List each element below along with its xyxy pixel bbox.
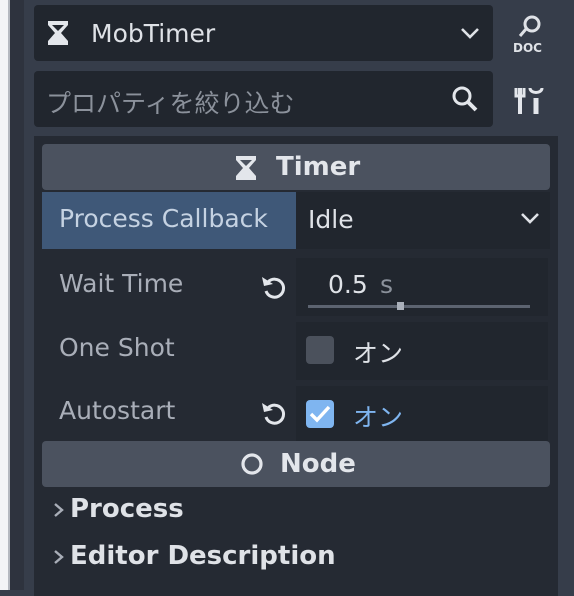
one-shot-label: One Shot	[59, 333, 175, 362]
filter-placeholder: プロパティを絞り込む	[46, 89, 295, 118]
node-section-title: Node	[280, 449, 356, 479]
process-callback-label: Process Callback	[59, 204, 268, 233]
process-callback-row: Process Callback	[42, 192, 296, 249]
wait-time-slider-grabber[interactable]	[397, 302, 404, 310]
wait-time-value: 0.5	[328, 270, 368, 299]
property-filter-input[interactable]: プロパティを絞り込む	[34, 71, 493, 127]
timer-section-title: Timer	[276, 152, 361, 182]
hourglass-icon	[236, 156, 256, 180]
tools-icon[interactable]	[514, 84, 544, 118]
autostart-label: Autostart	[59, 396, 176, 425]
hourglass-icon	[48, 21, 68, 45]
viewport-edge	[0, 0, 10, 590]
chevron-right-icon	[54, 549, 64, 564]
one-shot-state-text: オン	[353, 339, 404, 368]
autostart-field: オン	[296, 386, 548, 444]
node-selector[interactable]: MobTimer	[34, 5, 493, 61]
one-shot-checkbox[interactable]	[306, 336, 334, 364]
doc-help-icon[interactable]: DOC	[510, 14, 550, 54]
wait-time-spinbox[interactable]: 0.5 s	[296, 258, 548, 316]
checkmark-icon	[309, 405, 331, 423]
chevron-right-icon	[54, 502, 64, 517]
wait-time-unit: s	[380, 270, 394, 299]
timer-section-header: Timer	[42, 144, 550, 190]
category-process[interactable]: Process	[52, 494, 184, 524]
autostart-state-text: オン	[353, 403, 404, 432]
one-shot-field: オン	[296, 322, 548, 380]
autostart-checkbox[interactable]	[306, 400, 334, 428]
process-callback-value: Idle	[308, 205, 354, 234]
dock-splitter[interactable]	[10, 0, 24, 590]
node-section-header: Node	[42, 441, 550, 487]
revert-icon[interactable]	[259, 399, 289, 427]
chevron-down-icon	[521, 213, 539, 224]
process-callback-dropdown[interactable]: Idle	[296, 192, 550, 249]
chevron-down-icon	[461, 28, 479, 39]
search-icon	[452, 86, 478, 112]
node-name: MobTimer	[91, 19, 216, 48]
wait-time-slider-track[interactable]	[308, 305, 530, 308]
category-editor-description-label: Editor Description	[70, 541, 336, 571]
wait-time-label: Wait Time	[59, 269, 184, 298]
category-editor-description[interactable]: Editor Description	[52, 541, 336, 571]
node-circle-icon	[241, 453, 263, 475]
revert-icon[interactable]	[259, 273, 289, 301]
category-process-label: Process	[70, 494, 184, 524]
svg-text:DOC: DOC	[513, 41, 542, 54]
